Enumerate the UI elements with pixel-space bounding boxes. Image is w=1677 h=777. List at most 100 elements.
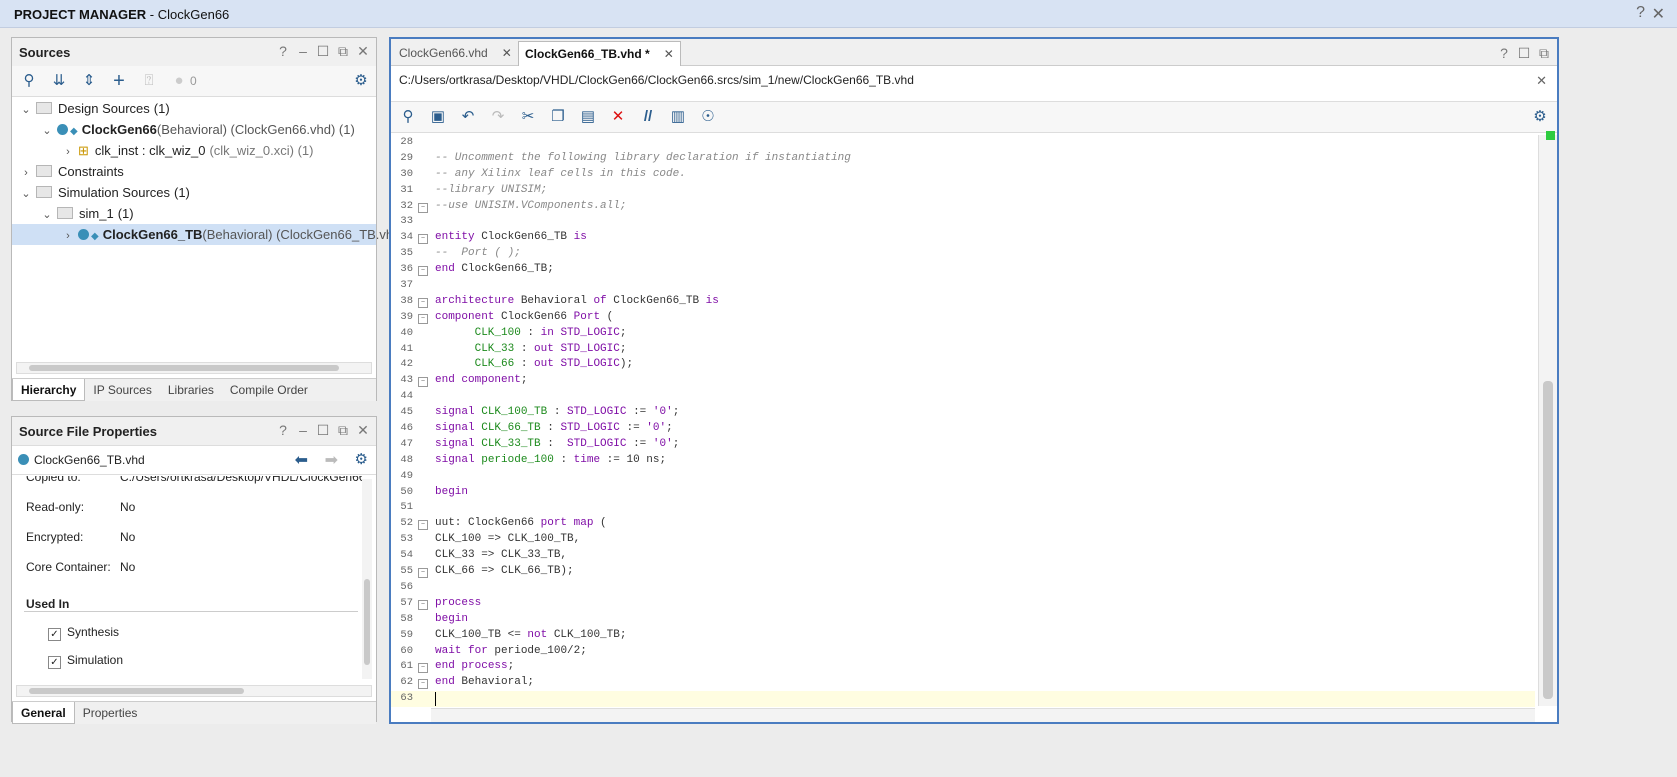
- tab-compile-order[interactable]: Compile Order: [222, 379, 316, 401]
- code-line[interactable]: 37: [391, 278, 1535, 294]
- code-area[interactable]: 28 29 -- Uncomment the following library d…: [391, 135, 1535, 708]
- code-line[interactable]: 50 begin: [391, 485, 1535, 501]
- code-line[interactable]: 38− architecture Behavioral of ClockGen66…: [391, 294, 1535, 310]
- delete-icon[interactable]: ✕: [607, 106, 629, 128]
- code-line[interactable]: 42 CLK_66 : out STD_LOGIC);: [391, 357, 1535, 373]
- chevron-down-icon[interactable]: ⌄: [20, 100, 32, 121]
- tree-item[interactable]: ⌄ Design Sources (1): [12, 98, 376, 119]
- chevron-down-icon[interactable]: ⌄: [41, 121, 53, 142]
- tab-libraries[interactable]: Libraries: [160, 379, 222, 401]
- collapse-all-icon[interactable]: ⇊: [48, 70, 70, 92]
- gear-icon[interactable]: ⚙: [350, 70, 372, 92]
- tree-item[interactable]: ⌄ ◆ ClockGen66(Behavioral) (ClockGen66.vhd…: [12, 119, 376, 140]
- code-line[interactable]: 49: [391, 469, 1535, 485]
- code-line[interactable]: 62− end Behavioral;: [391, 675, 1535, 691]
- column-select-icon[interactable]: ▥: [667, 106, 689, 128]
- fold-icon[interactable]: −: [418, 234, 428, 245]
- chevron-down-icon[interactable]: ⌄: [20, 184, 32, 205]
- gear-icon[interactable]: ⚙: [355, 450, 368, 468]
- checkbox[interactable]: ✓: [48, 628, 61, 641]
- code-line[interactable]: 52− uut: ClockGen66 port map (: [391, 516, 1535, 532]
- chevron-down-icon[interactable]: ⌄: [41, 205, 53, 226]
- minimize-icon[interactable]: –: [296, 422, 310, 438]
- help-icon[interactable]: ?: [1636, 4, 1645, 22]
- code-line[interactable]: 47 signal CLK_33_TB : STD_LOGIC := '0';: [391, 437, 1535, 453]
- used-in-synthesis[interactable]: ✓ Synthesis: [48, 625, 119, 641]
- horizontal-scrollbar[interactable]: [431, 708, 1535, 722]
- fold-icon[interactable]: −: [418, 599, 428, 610]
- chevron-right-icon[interactable]: ›: [62, 142, 74, 163]
- code-line[interactable]: 46 signal CLK_66_TB : STD_LOGIC := '0';: [391, 421, 1535, 437]
- code-line[interactable]: 41 CLK_33 : out STD_LOGIC;: [391, 342, 1535, 358]
- tab-properties[interactable]: Properties: [75, 702, 146, 724]
- tab-ip-sources[interactable]: IP Sources: [85, 379, 159, 401]
- vertical-scrollbar[interactable]: [362, 479, 372, 679]
- tree-item[interactable]: › Constraints: [12, 161, 376, 182]
- chevron-right-icon[interactable]: ›: [20, 163, 32, 184]
- close-tab-icon[interactable]: ✕: [664, 47, 674, 61]
- cut-icon[interactable]: ✂: [517, 106, 539, 128]
- close-icon[interactable]: ✕: [356, 422, 370, 438]
- code-line[interactable]: 30 -- any Xilinx leaf cells in this code.: [391, 167, 1535, 183]
- help-icon[interactable]: ?: [1497, 45, 1511, 61]
- vertical-scrollbar[interactable]: [1538, 135, 1557, 706]
- code-line[interactable]: 40 CLK_100 : in STD_LOGIC;: [391, 326, 1535, 342]
- code-line[interactable]: 43− end component;: [391, 373, 1535, 389]
- minimize-icon[interactable]: –: [296, 43, 310, 59]
- code-line[interactable]: 44: [391, 389, 1535, 405]
- horizontal-scrollbar[interactable]: [16, 362, 372, 374]
- code-line[interactable]: 53 CLK_100 => CLK_100_TB,: [391, 532, 1535, 548]
- code-line[interactable]: 35 -- Port ( );: [391, 246, 1535, 262]
- editor-tab[interactable]: ClockGen66.vhd ✕: [393, 41, 518, 65]
- back-arrow-icon[interactable]: ⬅: [295, 450, 308, 470]
- maximize-icon[interactable]: ☐: [316, 43, 330, 59]
- close-icon[interactable]: ✕: [356, 43, 370, 59]
- code-line[interactable]: 57− process: [391, 596, 1535, 612]
- properties-icon[interactable]: ⍰: [138, 70, 160, 92]
- float-icon[interactable]: ⧉: [1537, 45, 1551, 61]
- maximize-icon[interactable]: ☐: [1517, 45, 1531, 61]
- code-line[interactable]: 63: [391, 691, 1535, 708]
- code-line[interactable]: 60 wait for periode_100/2;: [391, 644, 1535, 660]
- expand-all-icon[interactable]: ⇕: [78, 70, 100, 92]
- help-icon[interactable]: ?: [276, 43, 290, 59]
- fold-icon[interactable]: −: [418, 202, 428, 213]
- float-icon[interactable]: ⧉: [336, 43, 350, 59]
- tree-item[interactable]: ⌄ sim_1 (1): [12, 203, 376, 224]
- search-icon[interactable]: ⚲: [397, 106, 419, 128]
- code-line[interactable]: 51: [391, 500, 1535, 516]
- close-icon[interactable]: ✕: [1652, 4, 1665, 24]
- redo-icon[interactable]: ↷: [487, 106, 509, 128]
- float-icon[interactable]: ⧉: [336, 422, 350, 438]
- fold-icon[interactable]: −: [418, 266, 428, 277]
- tree-item[interactable]: › ◆ ClockGen66_TB(Behavioral) (ClockGen66_…: [12, 224, 420, 247]
- add-icon[interactable]: +: [108, 70, 130, 92]
- code-line[interactable]: 59 CLK_100_TB <= not CLK_100_TB;: [391, 628, 1535, 644]
- fold-icon[interactable]: −: [418, 377, 428, 388]
- fold-icon[interactable]: −: [418, 663, 428, 674]
- undo-icon[interactable]: ↶: [457, 106, 479, 128]
- save-icon[interactable]: ▣: [427, 106, 449, 128]
- forward-arrow-icon[interactable]: ➡: [325, 450, 338, 470]
- comment-icon[interactable]: //: [637, 106, 659, 128]
- code-line[interactable]: 34− entity ClockGen66_TB is: [391, 230, 1535, 246]
- checkbox[interactable]: ✓: [48, 656, 61, 669]
- fold-icon[interactable]: −: [418, 297, 428, 308]
- chevron-right-icon[interactable]: ›: [62, 226, 74, 247]
- tab-hierarchy[interactable]: Hierarchy: [12, 379, 86, 401]
- fold-icon[interactable]: −: [418, 520, 428, 531]
- code-line[interactable]: 55− CLK_66 => CLK_66_TB);: [391, 564, 1535, 580]
- code-line[interactable]: 28: [391, 135, 1535, 151]
- code-line[interactable]: 32− --use UNISIM.VComponents.all;: [391, 199, 1535, 215]
- code-line[interactable]: 33: [391, 214, 1535, 230]
- copy-icon[interactable]: ❐: [547, 106, 569, 128]
- tree-item[interactable]: › ⊞ clk_inst : clk_wiz_0 (clk_wiz_0.xci) (1…: [12, 140, 376, 161]
- code-line[interactable]: 36− end ClockGen66_TB;: [391, 262, 1535, 278]
- code-line[interactable]: 48 signal periode_100 : time := 10 ns;: [391, 453, 1535, 469]
- tab-general[interactable]: General: [12, 702, 75, 724]
- code-line[interactable]: 56: [391, 580, 1535, 596]
- help-icon[interactable]: ?: [276, 422, 290, 438]
- paste-icon[interactable]: ▤: [577, 106, 599, 128]
- gear-icon[interactable]: ⚙: [1529, 106, 1551, 128]
- search-icon[interactable]: ⚲: [18, 70, 40, 92]
